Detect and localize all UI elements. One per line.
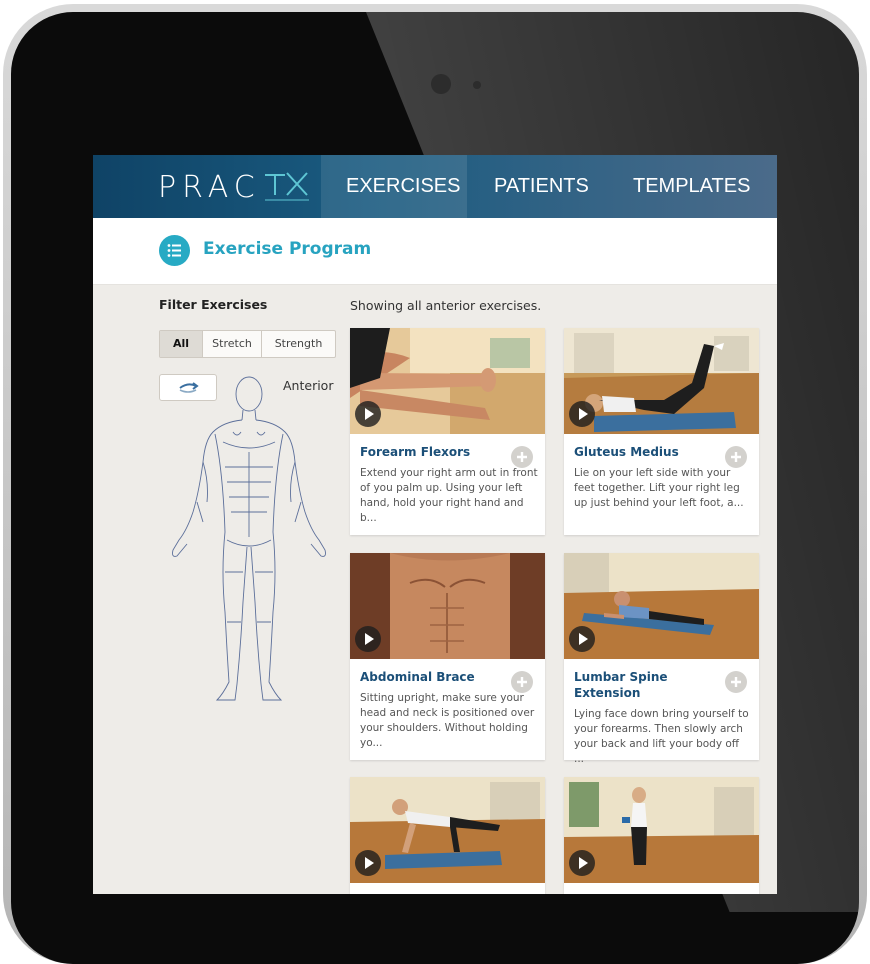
filter-label: Filter Exercises [159,297,268,312]
filter-segmented-control: All Stretch Strength [159,330,336,358]
exercise-thumbnail[interactable] [350,553,545,659]
nav-patients[interactable]: PATIENTS [494,155,589,218]
play-icon[interactable] [355,401,381,427]
page-title: Exercise Program [203,239,372,259]
exercise-card[interactable]: Gluteus Medius Lie on your left side wit… [564,328,759,535]
play-icon[interactable] [569,850,595,876]
exercise-description: Extend your right arm out in front of yo… [360,467,538,524]
logo-tx-mark [264,172,309,201]
play-icon[interactable] [355,626,381,652]
exercise-thumbnail[interactable] [564,777,759,883]
exercise-description: Sitting upright, make sure your head and… [360,692,535,749]
exercise-card[interactable]: Lumbar Spine Extension Lying face down b… [564,553,759,765]
add-exercise-icon[interactable] [511,671,533,693]
app-screen: PRAC EXERCISES PATIENTS TEMPLATES Exerci… [93,155,777,894]
nav-exercises[interactable]: EXERCISES [346,155,460,218]
exercise-thumbnail[interactable] [350,328,545,434]
exercise-title: Lumbar Spine Extension [574,670,668,700]
play-icon[interactable] [569,626,595,652]
play-icon[interactable] [355,850,381,876]
exercise-description: Lie on your left side with your feet tog… [574,467,744,509]
list-icon [159,235,190,266]
practx-logo[interactable]: PRAC [158,169,311,205]
play-icon[interactable] [569,401,595,427]
exercise-thumbnail[interactable] [564,328,759,434]
exercise-card[interactable]: Forearm Flexors Extend your right arm ou… [350,328,545,535]
anatomy-body-map[interactable] [163,372,335,707]
exercise-title: Forearm Flexors [360,445,471,459]
sensor-icon [473,81,481,89]
filter-strength-button[interactable]: Strength [262,331,335,357]
results-summary: Showing all anterior exercises. [350,298,542,313]
top-nav-bar: PRAC EXERCISES PATIENTS TEMPLATES [93,155,777,218]
exercise-description: Lying face down bring yourself to your f… [574,708,749,765]
nav-templates[interactable]: TEMPLATES [633,155,750,218]
exercise-title: Gluteus Medius [574,445,679,459]
exercise-thumbnail[interactable] [350,777,545,883]
exercise-card[interactable]: Abdominal Brace Sitting upright, make su… [350,553,545,760]
add-exercise-icon[interactable] [725,671,747,693]
camera-icon [431,74,451,94]
filter-stretch-button[interactable]: Stretch [203,331,262,357]
exercise-thumbnail[interactable] [564,553,759,659]
filter-all-button[interactable]: All [160,331,203,357]
exercise-card[interactable] [350,777,545,894]
exercise-title: Abdominal Brace [360,670,475,684]
page-header: Exercise Program [93,218,777,285]
add-exercise-icon[interactable] [511,446,533,468]
exercise-card[interactable] [564,777,759,894]
logo-text: PRAC [158,169,261,205]
add-exercise-icon[interactable] [725,446,747,468]
